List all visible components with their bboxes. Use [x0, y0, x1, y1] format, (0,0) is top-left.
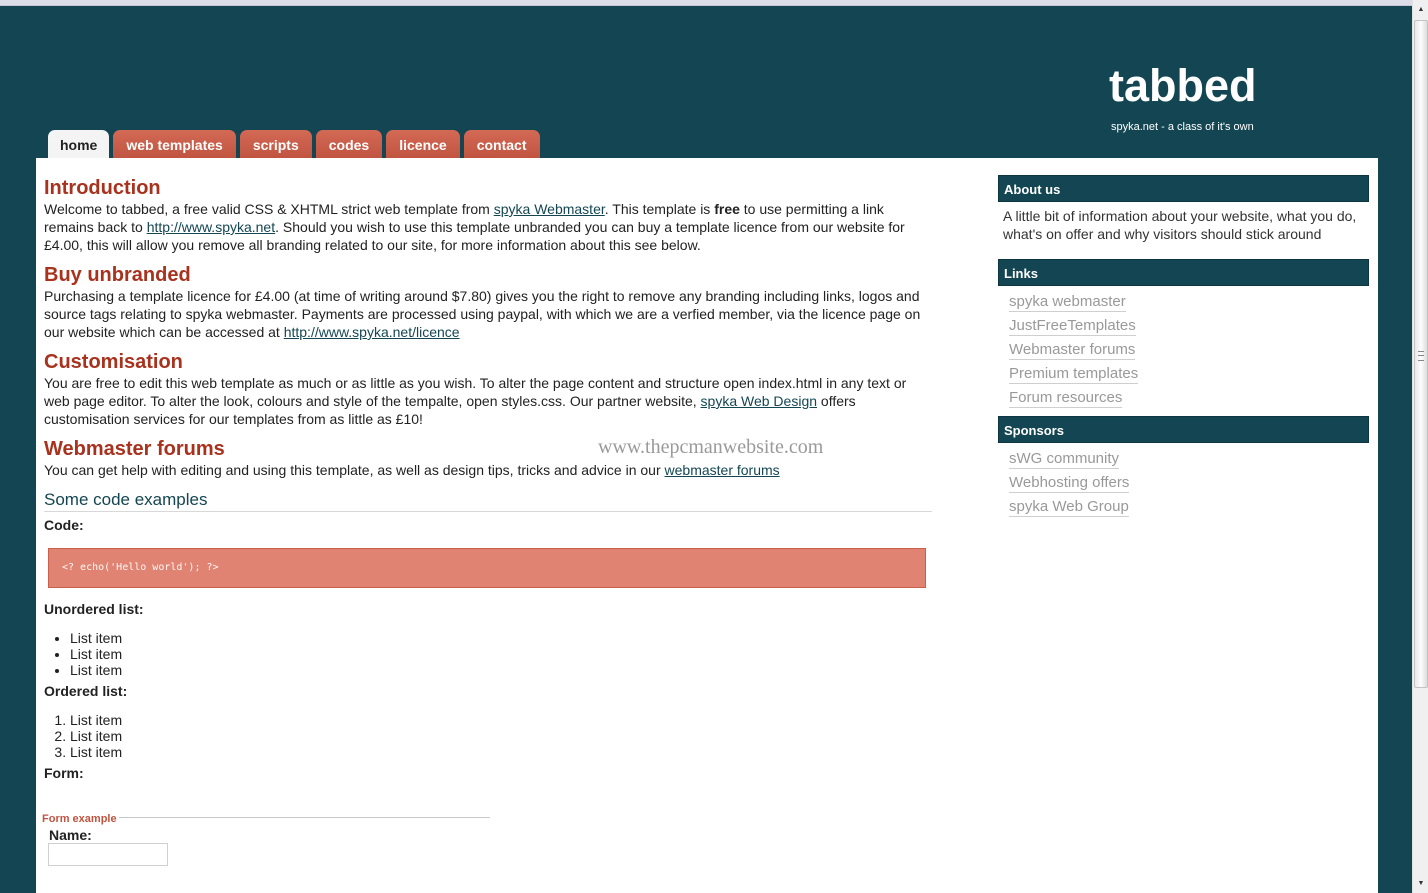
spyka-web-design-link[interactable]: spyka Web Design	[701, 393, 817, 409]
scroll-down-arrow-icon[interactable]: ▼	[1413, 876, 1428, 892]
scroll-up-arrow-icon[interactable]: ▲	[1413, 2, 1428, 18]
spyka-webmaster-link[interactable]: spyka Webmaster	[494, 201, 605, 217]
buy-unbranded-heading: Buy unbranded	[44, 264, 191, 286]
free-emphasis: free	[714, 201, 740, 217]
scrollbar-grip-icon	[1418, 351, 1424, 361]
list-item: List item	[70, 662, 934, 678]
unordered-list-label: Unordered list:	[44, 601, 144, 617]
name-label: Name:	[49, 827, 92, 843]
list-item: List item	[70, 712, 934, 728]
sidebar-link-forum-resources[interactable]: Forum resources	[1009, 388, 1123, 408]
sponsors-heading: Sponsors	[998, 416, 1369, 443]
sidebar: About us A little bit of information abo…	[998, 175, 1369, 525]
form-label: Form:	[44, 765, 84, 781]
code-block: <? echo('Hello world'); ?>	[48, 548, 926, 588]
buy-paragraph: Purchasing a template licence for £4.00 …	[44, 287, 934, 341]
code-examples-heading: Some code examples	[44, 489, 932, 512]
links-heading: Links	[998, 259, 1369, 286]
intro-heading: Introduction	[44, 177, 161, 199]
customisation-heading: Customisation	[44, 351, 183, 373]
sidebar-link-premium-templates[interactable]: Premium templates	[1009, 364, 1139, 384]
tab-scripts[interactable]: scripts	[239, 130, 312, 158]
tab-web-templates[interactable]: web templates	[113, 130, 236, 158]
main-nav-tabs: home web templates scripts codes licence…	[48, 130, 540, 158]
list-item: List item	[70, 744, 934, 760]
list-item: List item	[70, 728, 934, 744]
unordered-list: List item List item List item	[44, 630, 934, 678]
site-slogan: spyka.net - a class of it's own	[1111, 121, 1254, 133]
list-item: List item	[70, 646, 934, 662]
scrollbar-thumb[interactable]	[1414, 20, 1428, 688]
sidebar-link-justfreetemplates[interactable]: JustFreeTemplates	[1009, 316, 1136, 336]
ordered-list-label: Ordered list:	[44, 683, 128, 699]
sponsors-list: sWG community Webhosting offers spyka We…	[998, 443, 1369, 525]
sponsor-link-swg-community[interactable]: sWG community	[1009, 449, 1120, 469]
tab-contact[interactable]: contact	[463, 130, 540, 158]
intro-paragraph: Welcome to tabbed, a free valid CSS & XH…	[44, 200, 934, 254]
site-logo: tabbed	[1109, 60, 1257, 111]
sponsor-link-webhosting-offers[interactable]: Webhosting offers	[1009, 473, 1130, 493]
tab-codes[interactable]: codes	[315, 130, 383, 158]
sidebar-link-webmaster-forums[interactable]: Webmaster forums	[1009, 340, 1136, 360]
about-us-text: A little bit of information about your w…	[1003, 208, 1357, 242]
links-list: spyka webmaster JustFreeTemplates Webmas…	[998, 286, 1369, 416]
forums-paragraph: You can get help with editing and using …	[44, 461, 934, 479]
tab-home[interactable]: home	[48, 130, 110, 158]
ordered-list: List item List item List item	[44, 712, 934, 760]
code-label: Code:	[44, 517, 84, 533]
spyka-net-link[interactable]: http://www.spyka.net	[147, 219, 275, 235]
customisation-paragraph: You are free to edit this web template a…	[44, 374, 934, 428]
form-example-fieldset: Form example Name:	[42, 810, 490, 882]
content-panel: Introduction Welcome to tabbed, a free v…	[36, 158, 1378, 893]
name-input[interactable]	[48, 843, 168, 866]
forums-text: You can get help with editing and using …	[44, 462, 665, 478]
list-item: List item	[70, 630, 934, 646]
sidebar-link-spyka-webmaster[interactable]: spyka webmaster	[1009, 292, 1126, 312]
main-content: Introduction Welcome to tabbed, a free v…	[42, 176, 934, 882]
licence-link[interactable]: http://www.spyka.net/licence	[284, 324, 460, 340]
intro-text: . This template is	[604, 201, 715, 217]
vertical-scrollbar[interactable]: ▲ ▼	[1412, 0, 1428, 893]
watermark-text: www.thepcmanwebsite.com	[598, 436, 824, 458]
sponsor-link-spyka-web-group[interactable]: spyka Web Group	[1009, 497, 1129, 517]
buy-text: Purchasing a template licence for £4.00 …	[44, 288, 921, 340]
tab-licence[interactable]: licence	[386, 130, 460, 158]
intro-text: Welcome to tabbed, a free valid CSS & XH…	[44, 201, 494, 217]
webmaster-forums-link[interactable]: webmaster forums	[665, 462, 780, 478]
about-us-heading: About us	[998, 175, 1369, 202]
